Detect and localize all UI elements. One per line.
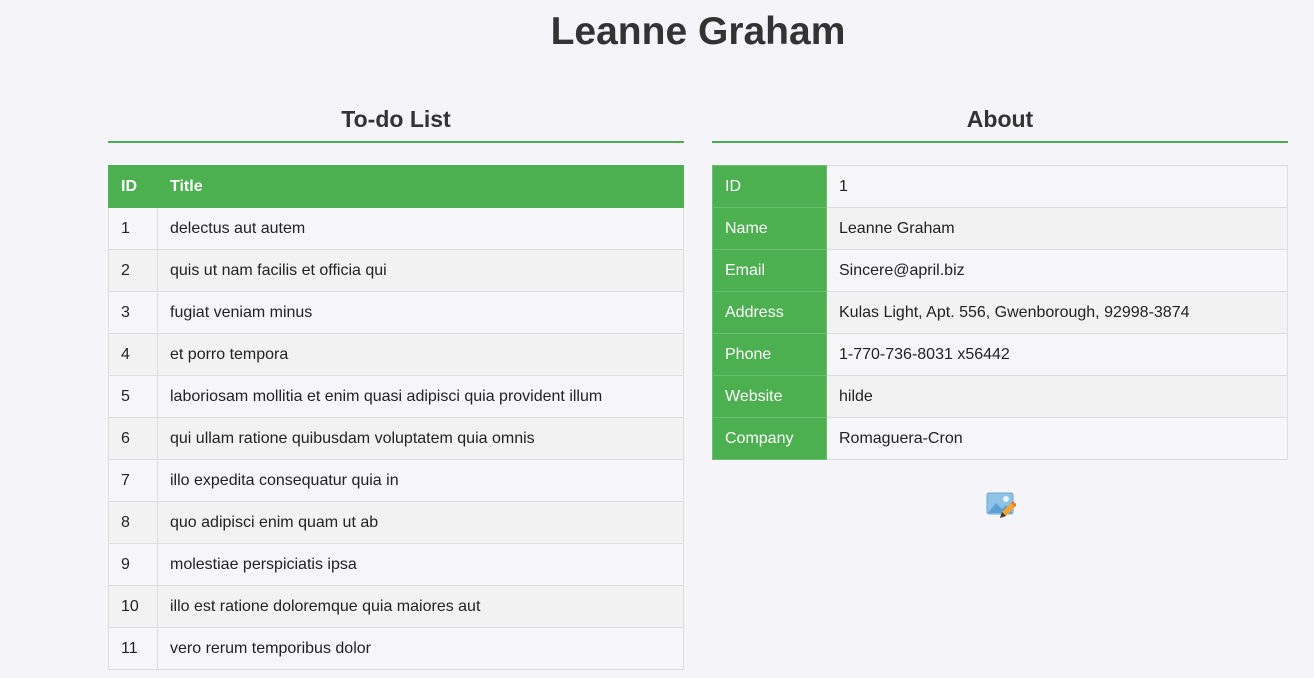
about-value: Romaguera-Cron: [826, 417, 1288, 460]
about-label: Phone: [712, 333, 827, 376]
todo-title-cell: qui ullam ratione quibusdam voluptatem q…: [157, 417, 684, 460]
about-heading: About: [712, 96, 1288, 143]
todo-title-cell: fugiat veniam minus: [157, 291, 684, 334]
about-value: Leanne Graham: [826, 207, 1288, 250]
about-row-company: Company Romaguera-Cron: [712, 417, 1288, 460]
todo-row: 2 quis ut nam facilis et officia qui: [108, 249, 684, 292]
about-value: Kulas Light, Apt. 556, Gwenborough, 9299…: [826, 291, 1288, 334]
todo-row: 4 et porro tempora: [108, 333, 684, 376]
todo-title-cell: vero rerum temporibus dolor: [157, 627, 684, 670]
todo-row: 3 fugiat veniam minus: [108, 291, 684, 334]
about-row-email: Email Sincere@april.biz: [712, 249, 1288, 292]
about-value: hilde: [826, 375, 1288, 418]
todo-title-cell: delectus aut autem: [157, 207, 684, 250]
todo-id-cell: 11: [108, 627, 158, 670]
todo-title-cell: illo est ratione doloremque quia maiores…: [157, 585, 684, 628]
about-table: ID 1 Name Leanne Graham Email Sincere@april…: [712, 165, 1288, 460]
todo-row: 9 molestiae perspiciatis ipsa: [108, 543, 684, 586]
todo-id-cell: 7: [108, 459, 158, 502]
todo-id-cell: 2: [108, 249, 158, 292]
todo-row: 10 illo est ratione doloremque quia maior…: [108, 585, 684, 628]
todo-title-cell: quis ut nam facilis et officia qui: [157, 249, 684, 292]
about-label: Address: [712, 291, 827, 334]
todo-id-cell: 9: [108, 543, 158, 586]
about-row-phone: Phone 1-770-736-8031 x56442: [712, 333, 1288, 376]
todo-row: 11 vero rerum temporibus dolor: [108, 627, 684, 670]
todo-table: ID Title 1 delectus aut autem 2 quis ut na…: [108, 165, 684, 670]
about-value: Sincere@april.biz: [826, 249, 1288, 292]
todo-id-cell: 6: [108, 417, 158, 460]
about-label: Website: [712, 375, 827, 418]
about-panel: About ID 1 Name Leanne Graham Email Sincere…: [712, 96, 1288, 518]
todo-row: 8 quo adipisci enim quam ut ab: [108, 501, 684, 544]
todo-column-id: ID: [108, 165, 158, 208]
about-value: 1: [826, 165, 1288, 208]
todo-column-title: Title: [157, 165, 684, 208]
todo-title-cell: et porro tempora: [157, 333, 684, 376]
todo-title-cell: laboriosam mollitia et enim quasi adipis…: [157, 375, 684, 418]
page-title: Leanne Graham: [550, 10, 846, 53]
todo-header-row: ID Title: [108, 165, 684, 208]
about-label: Company: [712, 417, 827, 460]
todo-row: 6 qui ullam ratione quibusdam voluptatem …: [108, 417, 684, 460]
edit-image-icon[interactable]: [986, 491, 1016, 521]
todo-id-cell: 8: [108, 501, 158, 544]
todo-panel: To-do List ID Title 1 delectus aut autem …: [108, 96, 684, 670]
todo-id-cell: 1: [108, 207, 158, 250]
todo-id-cell: 5: [108, 375, 158, 418]
todo-title-cell: quo adipisci enim quam ut ab: [157, 501, 684, 544]
about-label: ID: [712, 165, 827, 208]
todo-id-cell: 4: [108, 333, 158, 376]
about-row-name: Name Leanne Graham: [712, 207, 1288, 250]
todo-row: 7 illo expedita consequatur quia in: [108, 459, 684, 502]
about-label: Email: [712, 249, 827, 292]
about-row-website: Website hilde: [712, 375, 1288, 418]
todo-id-cell: 3: [108, 291, 158, 334]
todo-title-cell: molestiae perspiciatis ipsa: [157, 543, 684, 586]
about-value: 1-770-736-8031 x56442: [826, 333, 1288, 376]
todo-row: 1 delectus aut autem: [108, 207, 684, 250]
about-row-address: Address Kulas Light, Apt. 556, Gwenboroug…: [712, 291, 1288, 334]
todo-title-cell: illo expedita consequatur quia in: [157, 459, 684, 502]
about-label: Name: [712, 207, 827, 250]
about-row-id: ID 1: [712, 165, 1288, 208]
todo-heading: To-do List: [108, 96, 684, 143]
todo-row: 5 laboriosam mollitia et enim quasi adipi…: [108, 375, 684, 418]
todo-id-cell: 10: [108, 585, 158, 628]
